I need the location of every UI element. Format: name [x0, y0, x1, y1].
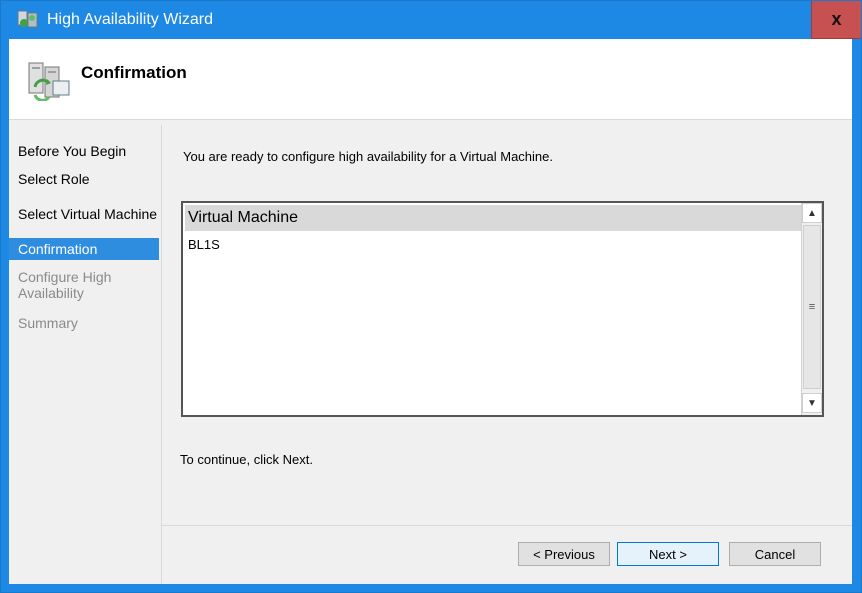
page-title: Confirmation [81, 63, 187, 82]
nav-item-confirmation[interactable]: Confirmation [9, 238, 159, 260]
server-cluster-icon [28, 62, 70, 101]
next-button[interactable]: Next > [617, 542, 719, 566]
continue-text: To continue, click Next. [180, 452, 313, 467]
wizard-step-nav: Before You Begin Select Role Select Virt… [9, 125, 162, 584]
virtual-machine-list[interactable]: Virtual Machine BL1S ▲ ≡ ▼ [181, 201, 824, 417]
nav-item-summary: Summary [18, 315, 78, 331]
nav-item-select-role[interactable]: Select Role [9, 171, 159, 187]
scroll-down-button[interactable]: ▼ [802, 393, 822, 413]
cluster-wizard-icon [17, 10, 38, 28]
intro-text: You are ready to configure high availabi… [183, 149, 553, 164]
close-button[interactable]: x [811, 1, 861, 39]
nav-item-configure-high-availability: Configure High Availability [18, 269, 112, 301]
close-icon: x [831, 9, 842, 29]
scroll-thumb[interactable]: ≡ [803, 225, 821, 389]
cancel-button[interactable]: Cancel [729, 542, 821, 566]
chevron-up-icon: ▲ [807, 207, 817, 219]
wizard-window: High Availability Wizard x Confirmation … [0, 0, 862, 593]
previous-button[interactable]: < Previous [518, 542, 610, 566]
chevron-down-icon: ▼ [807, 397, 817, 409]
nav-item-select-virtual-machine[interactable]: Select Virtual Machine [9, 206, 159, 222]
list-item[interactable]: BL1S [188, 237, 220, 252]
list-column-header[interactable]: Virtual Machine [185, 205, 801, 231]
footer-divider [161, 525, 852, 526]
window-title: High Availability Wizard [47, 11, 213, 28]
list-scrollbar[interactable]: ▲ ≡ ▼ [801, 203, 822, 415]
scroll-up-button[interactable]: ▲ [802, 203, 822, 223]
wizard-client-area: Confirmation Before You Begin Select Rol… [9, 39, 852, 584]
grip-icon: ≡ [808, 301, 816, 313]
nav-item-before-you-begin[interactable]: Before You Begin [9, 143, 159, 159]
title-bar[interactable]: High Availability Wizard x [1, 1, 861, 39]
wizard-header: Confirmation [9, 39, 852, 120]
